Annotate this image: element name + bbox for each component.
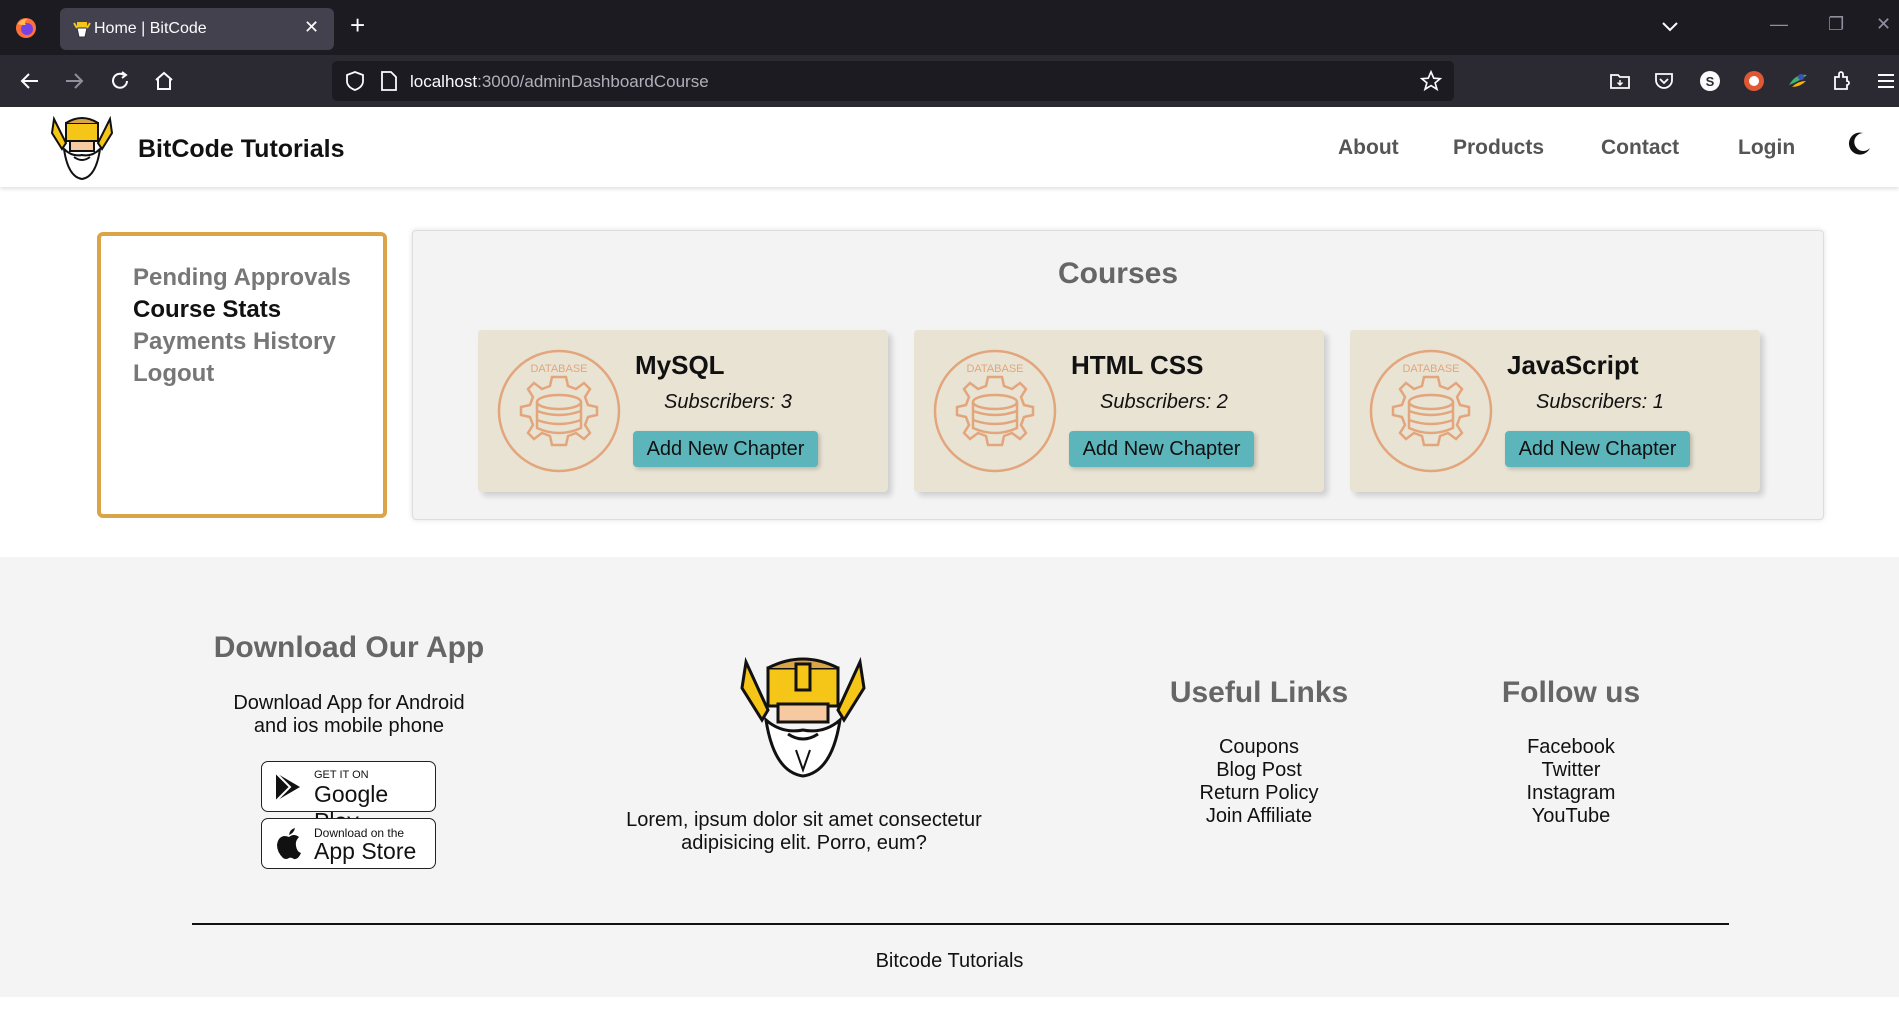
footer-divider bbox=[192, 923, 1729, 925]
google-play-button[interactable]: GET IT ON Google Play bbox=[261, 761, 436, 834]
close-window-icon[interactable]: ✕ bbox=[1876, 14, 1891, 35]
brand-name[interactable]: BitCode Tutorials bbox=[138, 135, 344, 164]
useful-links-heading: Useful Links bbox=[1169, 676, 1349, 709]
database-stamp-text: DATABASE bbox=[966, 363, 1023, 375]
database-stamp-text: DATABASE bbox=[1402, 363, 1459, 375]
minimize-window-icon[interactable]: — bbox=[1770, 14, 1788, 35]
back-arrow-icon[interactable] bbox=[18, 69, 42, 93]
useful-links-list: Coupons Blog Post Return Policy Join Aff… bbox=[1109, 736, 1409, 828]
course-subscribers: Subscribers: 2 bbox=[1100, 391, 1228, 413]
apple-icon bbox=[277, 828, 301, 860]
tab-close-icon[interactable]: ✕ bbox=[304, 17, 319, 38]
restore-window-icon[interactable]: ❐ bbox=[1828, 14, 1844, 35]
database-gear-icon: DATABASE bbox=[1369, 349, 1493, 473]
course-subscribers: Subscribers: 3 bbox=[664, 391, 792, 413]
forward-arrow-icon[interactable] bbox=[62, 69, 86, 93]
browser-tab-bar: Home | BitCode ✕ + — ❐ ✕ bbox=[0, 0, 1899, 55]
course-card-html-css: DATABASE HTML CSS Subscribers: 2 Add New… bbox=[914, 330, 1324, 492]
sidebar-item-logout[interactable]: Logout bbox=[133, 358, 383, 390]
footer-brand-logo-icon bbox=[740, 656, 866, 778]
color-extension-icon[interactable] bbox=[1786, 69, 1810, 93]
google-play-icon bbox=[275, 772, 300, 802]
follow-us-heading: Follow us bbox=[1501, 676, 1641, 709]
tracking-shield-icon[interactable] bbox=[344, 70, 366, 92]
course-name: HTML CSS bbox=[1071, 350, 1204, 380]
site-footer: Download Our App Download App for Androi… bbox=[0, 557, 1899, 997]
app-store-button[interactable]: Download on the App Store bbox=[261, 818, 436, 869]
browser-tab-active[interactable]: Home | BitCode ✕ bbox=[60, 8, 334, 50]
url-host: localhost bbox=[410, 72, 478, 91]
dark-mode-moon-icon[interactable] bbox=[1846, 131, 1872, 157]
add-new-chapter-button[interactable]: Add New Chapter bbox=[633, 431, 818, 467]
brand-logo-icon[interactable] bbox=[48, 111, 116, 181]
nav-link-contact[interactable]: Contact bbox=[1601, 136, 1679, 160]
add-new-chapter-button[interactable]: Add New Chapter bbox=[1505, 431, 1690, 467]
skype-extension-icon[interactable]: S bbox=[1698, 69, 1722, 93]
footer-link-blog-post[interactable]: Blog Post bbox=[1109, 759, 1409, 782]
svg-text:S: S bbox=[1706, 74, 1715, 89]
page-info-icon[interactable] bbox=[380, 70, 398, 92]
home-icon[interactable] bbox=[152, 69, 176, 93]
google-play-small-text: GET IT ON bbox=[314, 769, 369, 781]
database-gear-icon: DATABASE bbox=[497, 349, 621, 473]
download-app-heading: Download Our App bbox=[213, 631, 485, 664]
course-name: JavaScript bbox=[1507, 350, 1639, 380]
database-gear-icon: DATABASE bbox=[933, 349, 1057, 473]
save-to-folder-icon[interactable] bbox=[1608, 69, 1632, 93]
sidebar-item-course-stats[interactable]: Course Stats bbox=[133, 294, 383, 326]
footer-link-join-affiliate[interactable]: Join Affiliate bbox=[1109, 805, 1409, 828]
firefox-icon[interactable] bbox=[14, 16, 38, 40]
url-text[interactable]: localhost:3000/adminDashboardCourse bbox=[410, 72, 709, 92]
admin-sidebar: Pending Approvals Course Stats Payments … bbox=[97, 232, 387, 518]
app-store-big-text: App Store bbox=[314, 838, 417, 864]
extensions-puzzle-icon[interactable] bbox=[1830, 69, 1854, 93]
new-tab-plus-icon[interactable]: + bbox=[350, 12, 365, 38]
browser-nav-bar: localhost:3000/adminDashboardCourse S bbox=[0, 55, 1899, 107]
footer-copyright: Bitcode Tutorials bbox=[875, 950, 1024, 972]
sidebar-item-pending-approvals[interactable]: Pending Approvals bbox=[133, 262, 383, 294]
nav-link-login[interactable]: Login bbox=[1738, 136, 1795, 160]
list-all-tabs-chevron-icon[interactable] bbox=[1660, 16, 1680, 36]
footer-link-twitter[interactable]: Twitter bbox=[1421, 759, 1721, 782]
download-app-line-1: Download App for Android bbox=[233, 692, 465, 714]
url-path: :3000/adminDashboardCourse bbox=[477, 72, 709, 91]
download-app-text: Download App for Android and ios mobile … bbox=[199, 692, 499, 738]
site-header: BitCode Tutorials About Products Contact… bbox=[0, 107, 1899, 187]
footer-link-instagram[interactable]: Instagram bbox=[1421, 782, 1721, 805]
footer-about-text: Lorem, ipsum dolor sit amet consectetur … bbox=[604, 809, 1004, 855]
footer-link-coupons[interactable]: Coupons bbox=[1109, 736, 1409, 759]
bookmark-star-icon[interactable] bbox=[1420, 70, 1442, 92]
course-card-mysql: DATABASE MySQL Subscribers: 3 Add New Ch… bbox=[478, 330, 888, 492]
courses-title: Courses bbox=[1057, 257, 1179, 290]
app-menu-hamburger-icon[interactable] bbox=[1874, 69, 1898, 93]
nav-link-about[interactable]: About bbox=[1338, 136, 1399, 160]
url-bar[interactable]: localhost:3000/adminDashboardCourse bbox=[332, 61, 1454, 101]
course-subscribers: Subscribers: 1 bbox=[1536, 391, 1664, 413]
courses-panel: Courses DATABASE MySQL Subscribers: 3 Ad… bbox=[412, 230, 1824, 520]
course-name: MySQL bbox=[635, 350, 725, 380]
footer-link-youtube[interactable]: YouTube bbox=[1421, 805, 1721, 828]
footer-about-line-2: adipisicing elit. Porro, eum? bbox=[681, 832, 927, 854]
course-card-javascript: DATABASE JavaScript Subscribers: 1 Add N… bbox=[1350, 330, 1760, 492]
sidebar-item-payments-history[interactable]: Payments History bbox=[133, 326, 383, 358]
reload-icon[interactable] bbox=[108, 69, 132, 93]
footer-link-facebook[interactable]: Facebook bbox=[1421, 736, 1721, 759]
follow-us-list: Facebook Twitter Instagram YouTube bbox=[1421, 736, 1721, 828]
footer-about-line-1: Lorem, ipsum dolor sit amet consectetur bbox=[626, 809, 982, 831]
bitcode-favicon-icon bbox=[73, 22, 91, 38]
database-stamp-text: DATABASE bbox=[530, 363, 587, 375]
add-new-chapter-button[interactable]: Add New Chapter bbox=[1069, 431, 1254, 467]
tab-title: Home | BitCode bbox=[94, 20, 207, 37]
download-app-line-2: and ios mobile phone bbox=[253, 715, 445, 737]
pocket-icon[interactable] bbox=[1652, 69, 1676, 93]
nav-link-products[interactable]: Products bbox=[1453, 136, 1544, 160]
duckduckgo-extension-icon[interactable] bbox=[1742, 69, 1766, 93]
footer-link-return-policy[interactable]: Return Policy bbox=[1109, 782, 1409, 805]
